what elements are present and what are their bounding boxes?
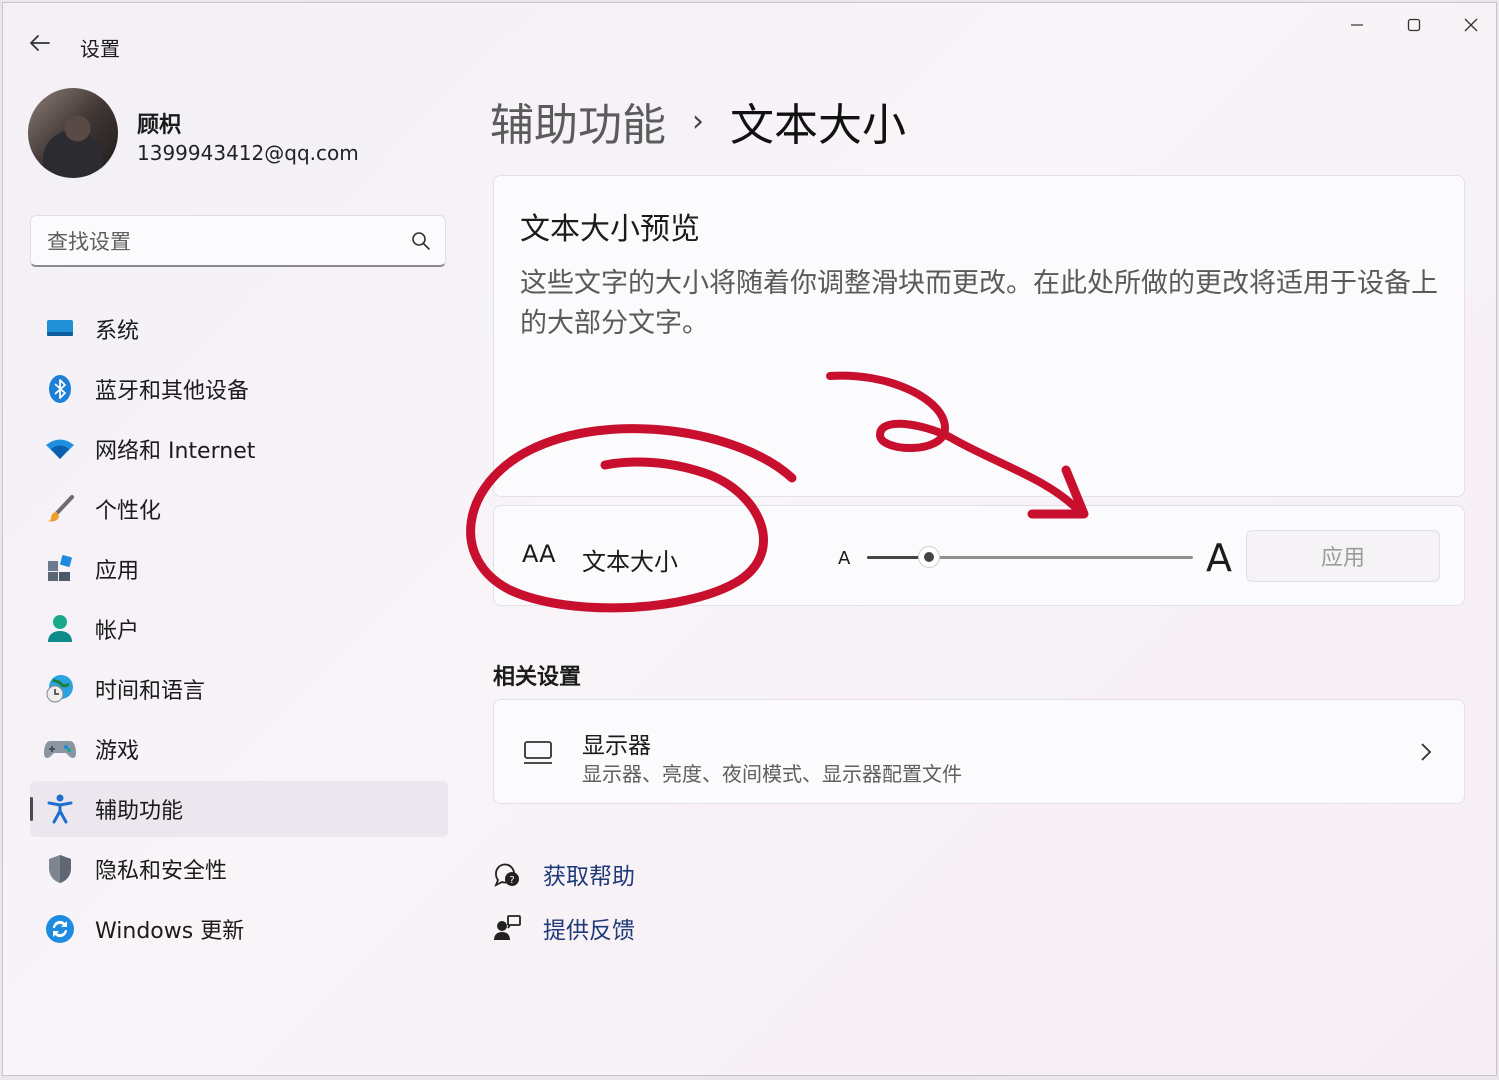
update-icon bbox=[44, 913, 76, 945]
maximize-button[interactable] bbox=[1390, 11, 1438, 39]
accessibility-icon bbox=[44, 793, 76, 825]
active-indicator bbox=[30, 797, 33, 821]
sidebar-item-label: 个性化 bbox=[95, 499, 162, 524]
slider-max-label: A bbox=[1206, 536, 1232, 580]
sidebar-item-system[interactable]: 系统 bbox=[30, 301, 448, 357]
bluetooth-icon bbox=[44, 373, 76, 405]
time-language-icon bbox=[44, 673, 76, 705]
close-icon bbox=[1464, 18, 1478, 32]
feedback-link[interactable]: 提供反馈 bbox=[493, 911, 635, 945]
page-title: 文本大小 bbox=[730, 100, 906, 151]
sidebar-item-label: 蓝牙和其他设备 bbox=[95, 379, 250, 404]
feedback-icon bbox=[494, 915, 521, 940]
breadcrumb-separator: › bbox=[692, 103, 704, 139]
sidebar-item-label: 隐私和安全性 bbox=[95, 859, 228, 884]
apps-icon bbox=[44, 553, 76, 585]
sidebar-item-network[interactable]: 网络和 Internet bbox=[30, 421, 448, 477]
user-email: 1399943412@qq.com bbox=[137, 141, 359, 165]
preview-text: 这些文字的大小将随着你调整滑块而更改。在此处所做的更改将适用于设备上的大部分文字… bbox=[520, 268, 1438, 339]
text-size-card: AA 文本大小 A A 应用 bbox=[493, 505, 1465, 606]
display-subtitle: 显示器、亮度、夜间模式、显示器配置文件 bbox=[582, 762, 962, 786]
app-title: 设置 bbox=[80, 37, 120, 61]
back-button[interactable] bbox=[25, 28, 55, 58]
settings-window: 设置 顾枳 1399943412@qq.com 系统 蓝牙和其他设备 bbox=[2, 2, 1497, 1076]
slider-min-label: A bbox=[838, 548, 851, 569]
sidebar-item-label: 网络和 Internet bbox=[95, 439, 256, 464]
sidebar-item-label: Windows 更新 bbox=[95, 919, 245, 944]
minimize-icon bbox=[1351, 24, 1363, 26]
system-icon bbox=[44, 313, 76, 345]
get-help-link[interactable]: ? 获取帮助 bbox=[493, 857, 635, 891]
preview-title: 文本大小预览 bbox=[520, 212, 700, 247]
maximize-icon bbox=[1407, 18, 1421, 32]
brush-icon bbox=[44, 493, 76, 525]
close-button[interactable] bbox=[1447, 11, 1495, 39]
text-size-label: 文本大小 bbox=[582, 548, 678, 576]
sidebar-item-apps[interactable]: 应用 bbox=[30, 541, 448, 597]
sidebar-item-gaming[interactable]: 游戏 bbox=[30, 721, 448, 777]
sidebar-item-bluetooth[interactable]: 蓝牙和其他设备 bbox=[30, 361, 448, 417]
sidebar-nav: 系统 蓝牙和其他设备 网络和 Internet 个性化 应用 帐户 时间和语言 … bbox=[30, 301, 448, 961]
help-icon: ? bbox=[494, 863, 519, 887]
related-settings-title: 相关设置 bbox=[493, 665, 582, 690]
sidebar-item-accessibility[interactable]: 辅助功能 bbox=[30, 781, 448, 837]
text-size-preview-card: 文本大小预览 这些文字的大小将随着你调整滑块而更改。在此处所做的更改将适用于设备… bbox=[493, 175, 1465, 497]
account-icon bbox=[44, 613, 76, 645]
minimize-button[interactable] bbox=[1333, 11, 1381, 39]
breadcrumb-parent[interactable]: 辅助功能 bbox=[490, 89, 666, 153]
sidebar-item-label: 辅助功能 bbox=[95, 799, 184, 824]
sidebar-item-label: 帐户 bbox=[95, 619, 140, 644]
search-input[interactable] bbox=[45, 226, 389, 258]
sidebar-item-time-language[interactable]: 时间和语言 bbox=[30, 661, 448, 717]
display-title: 显示器 bbox=[582, 733, 651, 759]
sidebar-item-label: 应用 bbox=[95, 559, 140, 584]
gamepad-icon bbox=[44, 733, 76, 765]
sidebar-item-privacy[interactable]: 隐私和安全性 bbox=[30, 841, 448, 897]
search-icon[interactable] bbox=[411, 231, 431, 251]
breadcrumb: 辅助功能 › 文本大小 bbox=[490, 89, 906, 153]
sidebar-item-personalization[interactable]: 个性化 bbox=[30, 481, 448, 537]
sidebar-item-label: 系统 bbox=[95, 319, 140, 344]
text-size-slider[interactable] bbox=[867, 546, 1193, 568]
sidebar-item-label: 时间和语言 bbox=[95, 679, 206, 704]
avatar[interactable] bbox=[28, 88, 118, 178]
sidebar-item-windows-update[interactable]: Windows 更新 bbox=[30, 901, 448, 957]
text-size-icon: AA bbox=[522, 540, 556, 568]
display-settings-link[interactable]: 显示器 显示器、亮度、夜间模式、显示器配置文件 bbox=[493, 699, 1465, 804]
slider-thumb[interactable] bbox=[917, 546, 940, 568]
feedback-label: 提供反馈 bbox=[543, 918, 635, 944]
shield-icon bbox=[44, 853, 76, 885]
wifi-icon bbox=[44, 433, 76, 465]
user-name: 顾枳 bbox=[137, 113, 182, 138]
svg-text:?: ? bbox=[509, 875, 514, 886]
get-help-label: 获取帮助 bbox=[543, 864, 635, 890]
sidebar-item-accounts[interactable]: 帐户 bbox=[30, 601, 448, 657]
sidebar-item-label: 游戏 bbox=[95, 739, 140, 764]
chevron-right-icon bbox=[1421, 743, 1432, 761]
monitor-icon bbox=[524, 741, 552, 764]
search-box[interactable] bbox=[30, 215, 446, 267]
apply-button[interactable]: 应用 bbox=[1246, 530, 1440, 582]
back-arrow-icon bbox=[30, 35, 50, 51]
